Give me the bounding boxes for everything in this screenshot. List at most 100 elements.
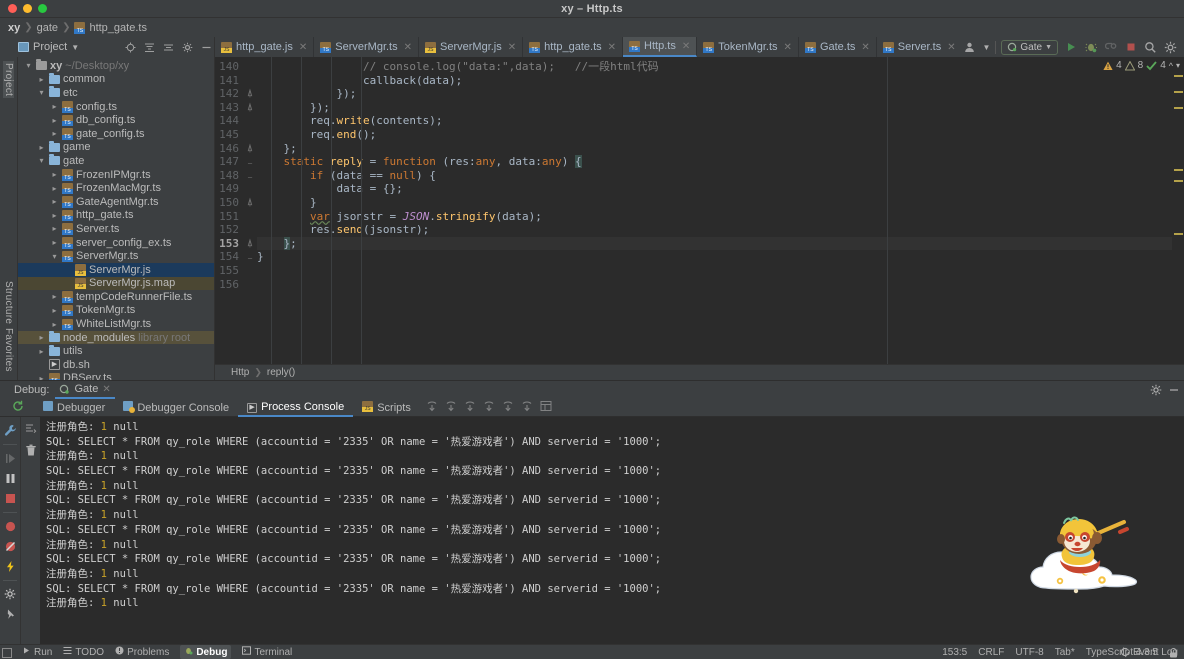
resume-icon[interactable] bbox=[4, 452, 17, 465]
close-icon[interactable]: ✕ bbox=[508, 42, 516, 53]
chevron-up-icon[interactable]: ^ bbox=[1169, 61, 1173, 71]
close-icon[interactable]: ✕ bbox=[102, 384, 110, 395]
breadcrumb-method[interactable]: reply() bbox=[267, 367, 295, 378]
search-icon[interactable] bbox=[1143, 40, 1158, 55]
status-bar-button[interactable]: Debug bbox=[180, 645, 232, 659]
tree-node[interactable]: ▸ server_config_ex.ts bbox=[18, 236, 214, 250]
encoding[interactable]: UTF-8 bbox=[1015, 647, 1043, 658]
show-execution-point-icon[interactable] bbox=[426, 400, 438, 415]
tree-node[interactable]: ▸ utils bbox=[18, 344, 214, 358]
step-into-icon[interactable] bbox=[464, 400, 476, 415]
chevron-right-icon[interactable]: ▸ bbox=[50, 238, 59, 247]
tree-node[interactable]: ▸ game bbox=[18, 140, 214, 155]
tree-node[interactable]: ▸ WhiteListMgr.ts bbox=[18, 317, 214, 331]
fold-marker-icon[interactable]: ⍋ bbox=[243, 87, 257, 101]
breadcrumb-class[interactable]: Http bbox=[231, 367, 249, 378]
debug-tab[interactable]: Debugger bbox=[34, 399, 114, 417]
step-out-icon[interactable] bbox=[483, 400, 495, 415]
tree-node[interactable]: ServerMgr.js bbox=[18, 262, 214, 277]
close-icon[interactable]: ✕ bbox=[299, 42, 307, 53]
rerun-icon[interactable] bbox=[12, 400, 24, 415]
close-icon[interactable]: ✕ bbox=[404, 42, 412, 53]
code-line[interactable]: if (data == null) { bbox=[257, 169, 1172, 183]
navigation-bar[interactable]: xy ❯ gate ❯ http_gate.ts bbox=[0, 18, 1184, 37]
toggle-tool-windows-icon[interactable] bbox=[2, 648, 12, 658]
tree-node[interactable]: ▾ ServerMgr.ts bbox=[18, 249, 214, 263]
debug-step-toolbar[interactable] bbox=[426, 400, 552, 415]
tree-node[interactable]: ▸ gate_config.ts bbox=[18, 127, 214, 141]
code-line[interactable]: callback(data); bbox=[257, 74, 1172, 88]
status-bar-button[interactable]: Terminal bbox=[242, 646, 292, 658]
chevron-down-icon[interactable]: ▾ bbox=[37, 156, 46, 165]
run-toolbar[interactable]: ▼ Gate ▼ bbox=[956, 37, 1184, 57]
close-icon[interactable]: ✕ bbox=[682, 41, 690, 52]
status-bar-button[interactable]: Run bbox=[22, 646, 52, 658]
chevron-down-icon[interactable]: ▼ bbox=[71, 43, 79, 52]
breadcrumb-item-folder[interactable]: gate bbox=[37, 22, 58, 34]
debug-session-tab[interactable]: Gate ✕ bbox=[55, 381, 115, 399]
editor-tab[interactable]: Server.ts ✕ bbox=[877, 37, 957, 57]
tree-node[interactable]: ▸ FrozenIPMgr.ts bbox=[18, 168, 214, 182]
tree-node[interactable]: ▶ db.sh bbox=[18, 358, 214, 372]
tree-node[interactable]: ▾ etc bbox=[18, 86, 214, 100]
wrench-icon[interactable] bbox=[4, 424, 17, 437]
lightning-icon[interactable] bbox=[4, 560, 17, 573]
pause-icon[interactable] bbox=[4, 472, 17, 485]
chevron-right-icon[interactable]: ▸ bbox=[37, 347, 46, 356]
tree-node[interactable]: ▸DBServ.ts bbox=[18, 372, 214, 380]
tool-window-project[interactable]: Project bbox=[3, 61, 14, 99]
collapse-all-icon[interactable] bbox=[142, 40, 157, 55]
debug-icon[interactable] bbox=[1083, 40, 1098, 55]
code-line[interactable]: req.end(); bbox=[257, 128, 1172, 142]
tree-node[interactable]: ▸ FrozenMacMgr.ts bbox=[18, 181, 214, 195]
stop-icon[interactable] bbox=[1123, 40, 1138, 55]
layout-icon[interactable] bbox=[540, 400, 552, 415]
status-bar-button[interactable]: TODO bbox=[63, 646, 104, 658]
code-line[interactable]: req.write(contents); bbox=[257, 114, 1172, 128]
editor-breadcrumb[interactable]: Http ❯ reply() bbox=[215, 364, 1184, 380]
editor-scrollbar[interactable] bbox=[1172, 57, 1184, 364]
chevron-down-icon[interactable]: ▾ bbox=[50, 252, 59, 261]
caret-position[interactable]: 153:5 bbox=[942, 647, 967, 658]
status-bar-button[interactable]: Problems bbox=[115, 646, 169, 658]
code-line[interactable]: res.send(jsonstr); bbox=[257, 223, 1172, 237]
tree-node[interactable]: ▸ GateAgentMgr.ts bbox=[18, 195, 214, 209]
debug-tab[interactable]: Debugger Console bbox=[114, 399, 238, 417]
fold-gutter[interactable]: ⍋ ⍋ ⍋ ⚊ ⚊ ⍋ ⍋ ⚊ bbox=[243, 57, 257, 364]
code-line[interactable]: } bbox=[257, 196, 1172, 210]
editor-tab[interactable]: http_gate.js ✕ bbox=[215, 37, 315, 57]
close-icon[interactable]: ✕ bbox=[861, 42, 869, 53]
chevron-right-icon[interactable]: ▸ bbox=[50, 170, 59, 179]
fold-marker-icon[interactable]: ⚊ bbox=[243, 250, 257, 264]
gear-icon[interactable] bbox=[1163, 40, 1178, 55]
code-line[interactable]: static reply = function (res:any, data:a… bbox=[257, 155, 1172, 169]
chevron-down-icon[interactable]: ▾ bbox=[37, 88, 46, 97]
chevron-right-icon[interactable]: ▸ bbox=[37, 143, 46, 152]
chevron-right-icon[interactable]: ▸ bbox=[50, 197, 59, 206]
tree-node[interactable]: ▸ tempCodeRunnerFile.ts bbox=[18, 290, 214, 304]
chevron-right-icon[interactable]: ▸ bbox=[50, 116, 59, 125]
code-line[interactable]: } bbox=[257, 250, 1172, 264]
run-config-selector[interactable]: Gate ▼ bbox=[1001, 39, 1058, 55]
tree-node[interactable]: ▸ node_modules library root bbox=[18, 330, 214, 345]
debug-tab-bar[interactable]: Debugger Debugger Console ▶ Process Console… bbox=[0, 399, 1184, 417]
tool-window-favorites[interactable]: Favorites bbox=[3, 326, 14, 374]
chevron-right-icon[interactable]: ▸ bbox=[50, 211, 59, 220]
tree-node[interactable]: ▸ db_config.ts bbox=[18, 113, 214, 127]
run-to-cursor-icon[interactable] bbox=[502, 400, 514, 415]
soft-wrap-icon[interactable] bbox=[25, 423, 37, 435]
sort-icon[interactable] bbox=[161, 40, 176, 55]
editor-tab[interactable]: TokenMgr.ts ✕ bbox=[697, 37, 799, 57]
left-tool-strip[interactable]: Project Structure Favorites bbox=[0, 57, 18, 380]
tree-node[interactable]: ▸ common bbox=[18, 72, 214, 87]
tree-node[interactable]: ▾ gate bbox=[18, 154, 214, 168]
project-tree[interactable]: ▾ xy ~/Desktop/xy ▸ common ▾ etc ▸ config.ts ▸ db… bbox=[18, 57, 215, 380]
chevron-right-icon[interactable]: ▸ bbox=[50, 102, 59, 111]
view-breakpoints-icon[interactable] bbox=[4, 540, 17, 553]
code-editor[interactable]: 140 141 142 143 144 145 146 147 148 149 150 151 152 1… bbox=[215, 57, 1184, 380]
editor-tab[interactable]: Gate.ts ✕ bbox=[799, 37, 877, 57]
chevron-right-icon[interactable]: ▸ bbox=[50, 184, 59, 193]
pin-icon[interactable] bbox=[4, 608, 17, 621]
debug-tab[interactable]: Scripts bbox=[353, 399, 420, 417]
code-line[interactable]: }); bbox=[257, 101, 1172, 115]
